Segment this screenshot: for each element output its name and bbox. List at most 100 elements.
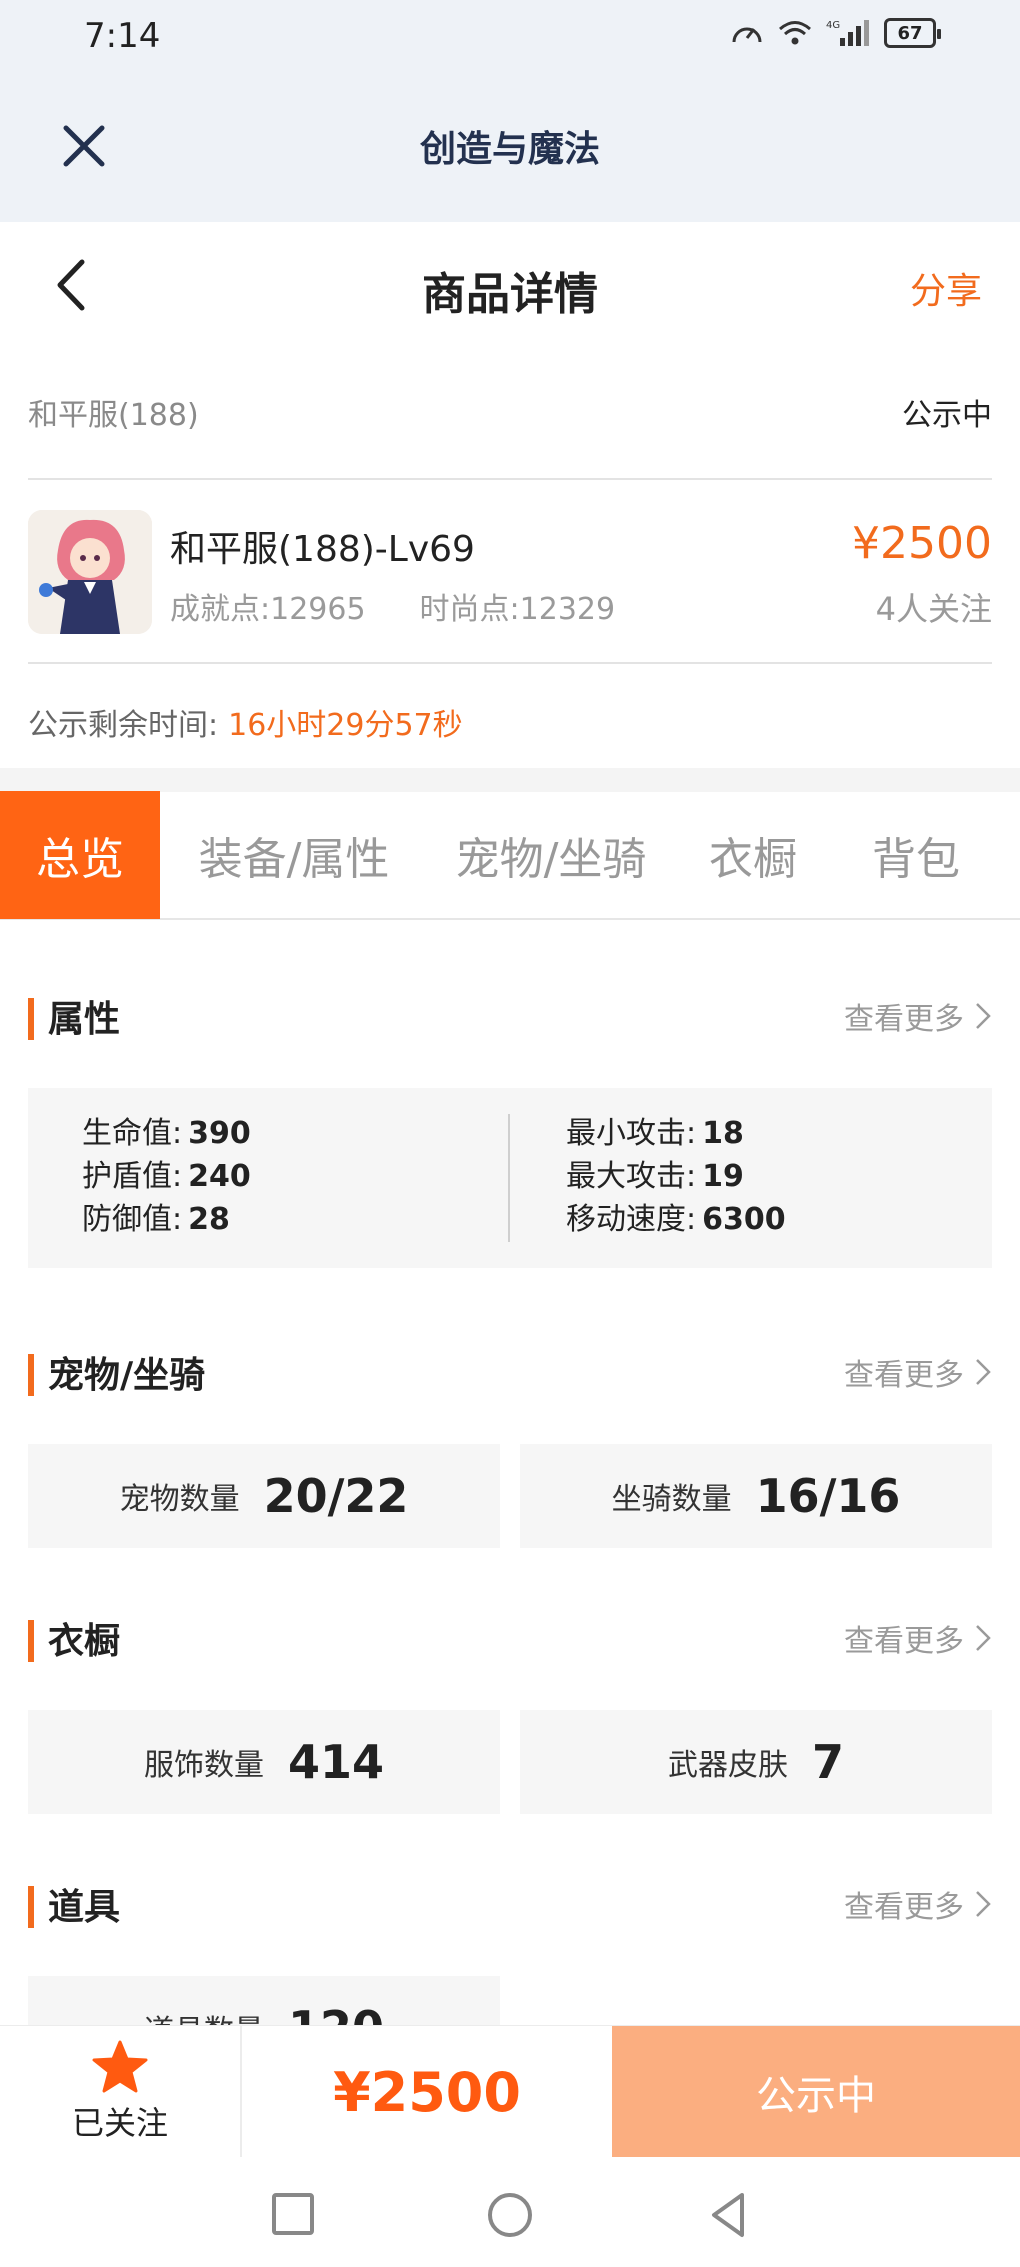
section-header-attributes: 属性 查看更多 <box>28 990 992 1050</box>
server-line: 和平服(188) 公示中 <box>28 390 992 434</box>
share-button[interactable]: 分享 <box>910 262 982 314</box>
chevron-right-icon <box>976 1003 991 1029</box>
see-more-pets[interactable]: 查看更多 <box>844 1350 992 1394</box>
pet-count-box: 宠物数量 20/22 <box>28 1444 500 1548</box>
mount-count-box: 坐骑数量 16/16 <box>520 1444 992 1548</box>
status-bar: 7:14 4G 67 <box>0 0 1020 72</box>
weapon-skin-box: 武器皮肤 7 <box>520 1710 992 1814</box>
stat-label: 武器皮肤 <box>667 1748 788 1783</box>
section-accent-bar <box>28 1620 34 1662</box>
attr-value: 390 <box>188 1116 251 1151</box>
section-header-wardrobe: 衣橱 查看更多 <box>28 1612 992 1672</box>
stat-value: 7 <box>811 1735 844 1789</box>
see-more-label: 查看更多 <box>844 1624 964 1659</box>
attr-row: 最小攻击: 18 <box>566 1112 786 1155</box>
item-name: 和平服(188)-Lv69 <box>170 529 475 570</box>
attr-row: 防御值: 28 <box>82 1198 251 1241</box>
item-followers: 4人关注 <box>875 590 992 628</box>
stat-label: 服饰数量 <box>143 1748 264 1783</box>
section-title: 衣橱 <box>48 1621 121 1662</box>
attributes-right: 最小攻击: 18 最大攻击: 19 移动速度: 6300 <box>566 1112 786 1241</box>
countdown-label: 公示剩余时间: <box>28 708 219 743</box>
app-title: 创造与魔法 <box>419 129 600 170</box>
divider <box>28 662 992 664</box>
section-gap <box>0 768 1020 792</box>
public-status-button[interactable]: 公示中 <box>612 2026 1020 2158</box>
status-time: 7:14 <box>84 16 161 56</box>
stat-value: 16/16 <box>755 1469 901 1523</box>
section-header-pets: 宠物/坐骑 查看更多 <box>28 1346 992 1406</box>
attr-row: 最大攻击: 19 <box>566 1155 786 1198</box>
attr-row: 移动速度: 6300 <box>566 1198 786 1241</box>
tab-pets[interactable]: 宠物/坐骑 <box>428 791 674 919</box>
svg-text:4G: 4G <box>826 20 840 31</box>
stat-value: 414 <box>287 1735 385 1789</box>
divider <box>28 478 992 480</box>
attr-separator <box>508 1114 510 1242</box>
star-icon <box>92 2040 148 2093</box>
attr-label: 防御值: <box>82 1202 183 1237</box>
avatar <box>28 510 152 634</box>
status-icons: 4G 67 <box>730 18 941 48</box>
item-points: 成就点:12965 时尚点:12329 <box>170 584 615 628</box>
section-title: 属性 <box>48 999 121 1040</box>
countdown-value: 16小时29分57秒 <box>228 708 463 743</box>
attr-label: 护盾值: <box>82 1159 183 1194</box>
bottom-action-bar: 已关注 ¥2500 公示中 <box>0 2025 1020 2158</box>
server-name: 和平服(188) <box>28 398 199 433</box>
countdown: 公示剩余时间: 16小时29分57秒 <box>28 700 463 744</box>
follow-button[interactable]: 已关注 <box>0 2026 242 2158</box>
see-more-items[interactable]: 查看更多 <box>844 1882 992 1926</box>
home-icon[interactable] <box>480 2185 540 2245</box>
section-header-items: 道具 查看更多 <box>28 1878 992 1938</box>
tab-equipment[interactable]: 装备/属性 <box>160 791 428 919</box>
back-triangle-icon[interactable] <box>698 2185 758 2245</box>
attributes-panel: 生命值: 390 护盾值: 240 防御值: 28 最小攻击: 18 最大攻击: 19 移… <box>28 1088 992 1268</box>
attributes-left: 生命值: 390 护盾值: 240 防御值: 28 <box>82 1112 251 1241</box>
follow-label: 已关注 <box>71 2104 168 2142</box>
nav-bar: 商品详情 分享 <box>0 222 1020 350</box>
chevron-right-icon <box>976 1359 991 1385</box>
stat-label: 坐骑数量 <box>611 1482 732 1517</box>
item-price: ¥2500 <box>852 518 992 569</box>
item-card[interactable]: 和平服(188)-Lv69 成就点:12965 时尚点:12329 ¥2500 4… <box>28 506 992 636</box>
attr-row: 护盾值: 240 <box>82 1155 251 1198</box>
tab-overview[interactable]: 总览 <box>0 791 160 919</box>
section-title: 宠物/坐骑 <box>48 1355 206 1396</box>
attr-label: 生命值: <box>82 1116 183 1151</box>
achievement-points: 成就点:12965 <box>170 592 366 627</box>
chevron-right-icon <box>976 1625 991 1651</box>
attr-label: 移动速度: <box>566 1202 697 1237</box>
battery-icon: 67 <box>884 18 941 48</box>
page-title: 商品详情 <box>422 269 598 320</box>
see-more-label: 查看更多 <box>844 1890 964 1925</box>
wifi-icon <box>779 21 811 45</box>
bottom-price: ¥2500 <box>333 2060 521 2124</box>
stat-label: 宠物数量 <box>119 1482 240 1517</box>
see-more-label: 查看更多 <box>844 1002 964 1037</box>
tab-wardrobe[interactable]: 衣橱 <box>674 791 832 919</box>
section-accent-bar <box>28 998 34 1040</box>
see-more-wardrobe[interactable]: 查看更多 <box>844 1616 992 1660</box>
see-more-attributes[interactable]: 查看更多 <box>844 994 992 1038</box>
server-status: 公示中 <box>902 398 992 433</box>
section-accent-bar <box>28 1354 34 1396</box>
chevron-right-icon <box>976 1891 991 1917</box>
signal-icon: 4G <box>826 20 869 46</box>
recent-apps-icon[interactable] <box>262 2185 322 2245</box>
tab-bar: 总览 装备/属性 宠物/坐骑 衣橱 背包 <box>0 791 1020 920</box>
attr-label: 最大攻击: <box>566 1159 697 1194</box>
tab-bag[interactable]: 背包 <box>832 791 1000 919</box>
fashion-points: 时尚点:12329 <box>419 592 616 627</box>
app-header: 创造与魔法 <box>0 72 1020 222</box>
attr-value: 18 <box>702 1116 744 1151</box>
section-title: 道具 <box>48 1887 121 1928</box>
attr-row: 生命值: 390 <box>82 1112 251 1155</box>
speed-icon <box>732 27 762 43</box>
attr-value: 19 <box>702 1159 744 1194</box>
costume-count-box: 服饰数量 414 <box>28 1710 500 1814</box>
attr-value: 6300 <box>702 1202 786 1237</box>
stat-value: 20/22 <box>263 1469 409 1523</box>
attr-label: 最小攻击: <box>566 1116 697 1151</box>
system-navigation <box>0 2157 1020 2267</box>
